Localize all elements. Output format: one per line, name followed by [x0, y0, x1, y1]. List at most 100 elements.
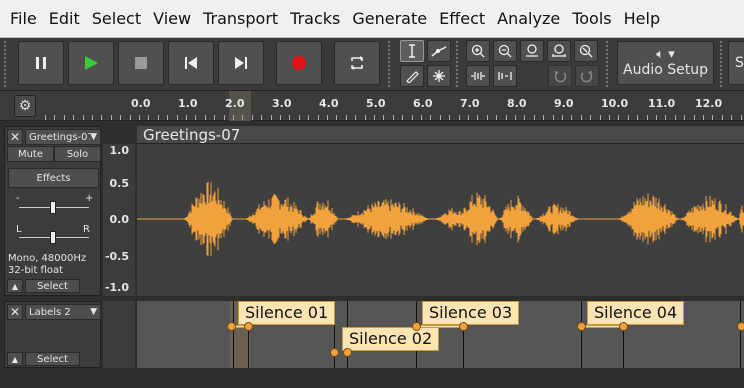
label-track-menu-button[interactable]: Labels 2 ▼ — [25, 304, 101, 320]
close-label-track-button[interactable]: ✕ — [7, 304, 23, 320]
label-track-spacer — [103, 301, 135, 368]
pencil-icon — [406, 71, 419, 83]
gain-slider-thumb[interactable] — [50, 201, 56, 214]
stop-button[interactable] — [118, 41, 164, 85]
menu-file[interactable]: File — [4, 9, 43, 28]
ruler-tick-label: 12.0 — [695, 97, 723, 110]
collapse-label-track-button[interactable]: ▲ — [7, 352, 23, 366]
scale-label: -1.0 — [104, 281, 129, 294]
ruler-tick — [496, 115, 497, 120]
ruler-tick — [205, 115, 206, 120]
scale-label: 0.0 — [109, 213, 130, 226]
ruler-tick-label: 1.0 — [178, 97, 198, 110]
label-silence-02[interactable]: Silence 02 — [342, 327, 440, 351]
stop-icon — [135, 57, 147, 69]
label-end-handle[interactable] — [244, 322, 253, 331]
ruler-tick — [571, 115, 572, 120]
undo-button[interactable] — [548, 65, 572, 87]
ruler-tick — [101, 115, 102, 120]
menu-edit[interactable]: Edit — [43, 9, 86, 28]
trim-outside-button[interactable] — [466, 65, 490, 87]
envelope-tool-button[interactable] — [427, 40, 451, 62]
pause-icon — [36, 57, 46, 69]
menu-view[interactable]: View — [147, 9, 197, 28]
close-track-button[interactable]: ✕ — [7, 129, 23, 145]
label-end-handle[interactable] — [343, 348, 352, 357]
ruler-tick-label: 0.0 — [131, 97, 151, 110]
tools-toolbar-grip[interactable] — [388, 41, 394, 87]
ruler-tick — [684, 115, 685, 120]
play-button[interactable] — [68, 41, 114, 85]
transport-toolbar-grip[interactable] — [4, 41, 10, 87]
menu-generate[interactable]: Generate — [346, 9, 433, 28]
label-start-handle[interactable] — [412, 322, 421, 331]
menu-select[interactable]: Select — [86, 9, 147, 28]
pause-button[interactable] — [18, 41, 64, 85]
timeline-options-button[interactable]: ⚙︎ — [14, 95, 36, 117]
collapse-track-button[interactable]: ▲ — [7, 279, 23, 293]
menu-tools[interactable]: Tools — [566, 9, 617, 28]
timeline-ruler[interactable]: ⚙︎ 0.0 1.0 2.0 3.0 4.0 5.0 6.0 7.0 8.0 9.0 10.0 11.… — [0, 91, 744, 121]
record-icon — [292, 56, 306, 70]
ruler-tick — [393, 115, 394, 120]
menu-transport[interactable]: Transport — [197, 9, 284, 28]
zoom-in-button[interactable] — [466, 40, 490, 62]
ruler-tick — [271, 115, 272, 120]
ruler-tick — [731, 115, 732, 120]
share-toolbar-grip[interactable] — [720, 41, 726, 87]
solo-button[interactable]: Solo — [54, 146, 101, 162]
audio-setup-toolbar-grip[interactable] — [606, 41, 612, 87]
menu-analyze[interactable]: Analyze — [491, 9, 566, 28]
select-track-button[interactable]: Select — [25, 279, 80, 293]
audio-setup-button[interactable]: 🔈︎ ▾ Audio Setup — [617, 41, 714, 85]
ruler-tick — [130, 115, 131, 120]
menu-tracks[interactable]: Tracks — [284, 9, 346, 28]
share-audio-button[interactable]: SI — [728, 41, 744, 85]
waveform-area[interactable] — [137, 144, 744, 296]
ruler-tick-label: 5.0 — [366, 97, 386, 110]
label-end-handle[interactable] — [619, 322, 628, 331]
skip-to-end-button[interactable] — [218, 41, 264, 85]
track-menu-button[interactable]: Greetings-07 ▼ — [25, 129, 101, 145]
selection-tool-button[interactable] — [400, 40, 424, 62]
mute-button[interactable]: Mute — [7, 146, 54, 162]
label-start-handle[interactable] — [737, 322, 744, 331]
silence-selection-button[interactable] — [493, 65, 517, 87]
ruler-tick — [440, 115, 441, 120]
label-start-handle[interactable] — [330, 348, 339, 357]
gear-icon: ⚙︎ — [18, 98, 32, 114]
effects-button[interactable]: Effects — [8, 168, 99, 188]
fit-project-button[interactable] — [547, 40, 571, 62]
ruler-tick — [64, 115, 65, 120]
label-end-handle[interactable] — [459, 322, 468, 331]
record-button[interactable] — [276, 41, 322, 85]
ruler-tick — [694, 115, 695, 120]
pan-slider-thumb[interactable] — [50, 231, 56, 244]
label-start-handle[interactable] — [227, 322, 236, 331]
label-start-handle[interactable] — [577, 322, 586, 331]
multi-tool-button[interactable] — [427, 65, 451, 87]
zoom-out-button[interactable] — [493, 40, 517, 62]
menu-help[interactable]: Help — [618, 9, 666, 28]
draw-tool-button[interactable] — [400, 65, 424, 87]
ruler-tick — [224, 115, 225, 120]
label-silence-04[interactable]: Silence 04 — [587, 301, 685, 325]
chevron-down-icon: ▼ — [90, 307, 97, 317]
clip-header[interactable]: Greetings-07 — [137, 126, 744, 144]
redo-button[interactable] — [575, 65, 599, 87]
zoom-toggle-button[interactable] — [574, 40, 598, 62]
loop-button[interactable] — [334, 41, 380, 85]
label-silence-01[interactable]: Silence 01 — [238, 301, 336, 325]
ruler-tick — [581, 115, 582, 120]
zoom-selection-icon — [526, 44, 538, 57]
menu-effect[interactable]: Effect — [433, 9, 491, 28]
ruler-tick-label: 7.0 — [460, 97, 480, 110]
skip-to-start-button[interactable] — [168, 41, 214, 85]
label-silence-03[interactable]: Silence 03 — [422, 301, 520, 325]
ruler-tick — [421, 115, 422, 120]
edit-toolbar-grip[interactable] — [456, 41, 462, 87]
select-label-track-button[interactable]: Select — [25, 352, 80, 366]
label-track-area[interactable]: Silence 01 Silence 02 Silence 03 Silence… — [137, 301, 744, 368]
fit-selection-button[interactable] — [520, 40, 544, 62]
audio-setup-label: Audio Setup — [623, 62, 708, 78]
